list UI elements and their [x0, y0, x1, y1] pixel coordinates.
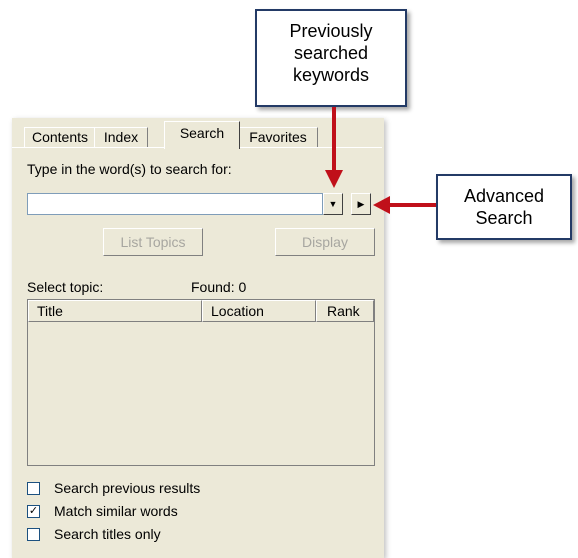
tab-search[interactable]: Search — [164, 121, 240, 149]
column-header-title[interactable]: Title — [28, 300, 202, 322]
column-header-location[interactable]: Location — [202, 300, 316, 322]
check-icon: ✓ — [28, 505, 39, 517]
callout-line: searched — [293, 43, 369, 63]
callout-line: Advanced — [463, 186, 545, 206]
topic-list[interactable]: Title Location Rank — [27, 299, 375, 466]
callout-advanced-search: Advanced Search — [436, 174, 572, 240]
search-titles-only-checkbox[interactable] — [27, 528, 40, 541]
callout-previous-keywords: Previously searched keywords — [255, 9, 407, 107]
arrow-right-icon: ▶ — [357, 199, 365, 209]
callout-line: Search — [475, 208, 533, 228]
chevron-down-icon: ▼ — [328, 199, 338, 209]
display-button[interactable]: Display — [275, 228, 375, 256]
found-count: Found: 0 — [191, 279, 247, 295]
tab-favorites[interactable]: Favorites — [238, 127, 318, 147]
match-similar-words-checkbox[interactable]: ✓ — [27, 505, 40, 518]
tab-contents[interactable]: Contents — [24, 127, 96, 147]
search-prompt-label: Type in the word(s) to search for: — [27, 161, 232, 177]
checkbox-label: Search previous results — [54, 480, 201, 496]
callout-line: keywords — [292, 65, 370, 85]
tab-index[interactable]: Index — [94, 127, 148, 147]
list-header: Title Location Rank — [28, 300, 374, 322]
advanced-search-button[interactable]: ▶ — [351, 193, 371, 215]
keyword-history-dropdown[interactable]: ▼ — [323, 193, 343, 215]
checkbox-label: Search titles only — [54, 526, 161, 542]
select-topic-label: Select topic: — [27, 279, 104, 295]
checkbox-label: Match similar words — [54, 503, 178, 519]
list-topics-button[interactable]: List Topics — [103, 228, 203, 256]
callout-line: Previously — [289, 21, 373, 41]
search-previous-results-checkbox[interactable] — [27, 482, 40, 495]
search-input[interactable] — [27, 193, 323, 215]
column-header-rank[interactable]: Rank — [316, 300, 374, 322]
